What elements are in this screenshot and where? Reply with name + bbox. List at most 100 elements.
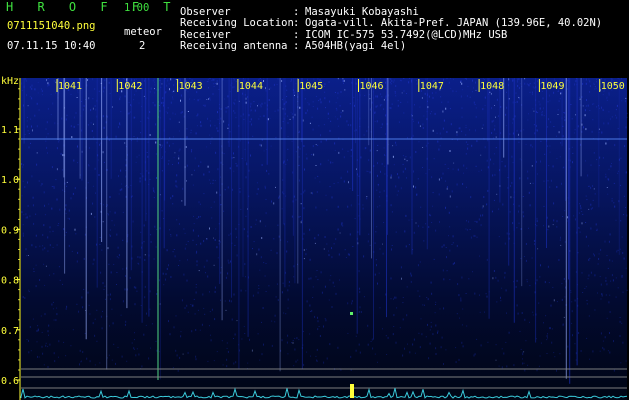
noise-dot [41, 90, 43, 93]
noise-dot [207, 117, 208, 120]
noise-dot [376, 105, 378, 107]
noise-dot [435, 301, 437, 303]
noise-dot [281, 80, 283, 82]
noise-dot [613, 340, 614, 343]
noise-dot [409, 156, 411, 159]
noise-dot [624, 145, 626, 148]
noise-dot [404, 230, 406, 233]
noise-dot [443, 307, 445, 310]
noise-dot [516, 100, 518, 103]
noise-dot [195, 329, 197, 331]
noise-dot [560, 244, 562, 246]
noise-dot [199, 329, 201, 331]
noise-dot [599, 276, 601, 277]
noise-dot [531, 257, 533, 259]
noise-dot [584, 114, 586, 117]
noise-dot [124, 323, 126, 326]
noise-dot [431, 222, 433, 223]
noise-dot [522, 362, 524, 365]
noise-dot [416, 193, 418, 196]
noise-dot [53, 185, 55, 187]
noise-dot [506, 91, 507, 93]
noise-dot [451, 244, 453, 245]
noise-dot [328, 81, 330, 83]
noise-dot [144, 296, 146, 299]
noise-dot [571, 322, 573, 324]
noise-dot [163, 284, 165, 286]
noise-dot [210, 124, 211, 127]
noise-dot [231, 318, 233, 321]
noise-dot [121, 355, 123, 358]
noise-dot [143, 79, 145, 82]
noise-dot [156, 293, 158, 295]
y-tick-label: 1.1 [1, 125, 19, 136]
noise-dot [476, 140, 478, 143]
noise-dot [196, 260, 198, 263]
noise-dot [324, 97, 326, 100]
noise-dot [553, 202, 555, 205]
noise-dot [252, 135, 254, 137]
noise-dot [312, 145, 314, 148]
noise-dot [197, 113, 199, 116]
noise-dot [533, 82, 535, 84]
noise-dot [394, 92, 396, 95]
noise-dot [50, 114, 52, 116]
noise-dot [414, 104, 415, 106]
noise-dot [571, 301, 573, 303]
noise-dot [343, 180, 345, 183]
noise-dot [532, 94, 534, 95]
noise-dot [528, 84, 530, 87]
noise-dot [334, 149, 336, 151]
noise-dot [216, 351, 218, 353]
noise-dot [43, 263, 45, 265]
noise-dot [297, 359, 299, 361]
noise-dot [47, 152, 48, 154]
noise-dot [122, 211, 124, 213]
noise-dot [55, 319, 57, 322]
noise-dot [303, 363, 305, 366]
noise-dot [305, 248, 307, 250]
noise-dot [100, 315, 102, 318]
noise-dot [203, 173, 205, 176]
noise-dot [339, 279, 340, 281]
noise-dot [595, 87, 597, 89]
noise-dot [286, 96, 288, 97]
noise-dot [122, 300, 124, 303]
noise-dot [66, 181, 68, 183]
noise-dot [461, 107, 463, 109]
noise-dot [577, 125, 579, 128]
noise-dot [445, 247, 447, 248]
noise-dot [317, 328, 319, 331]
noise-dot [424, 92, 426, 95]
antenna-value: A504HB(yagi 4el) [305, 40, 407, 52]
noise-dot [548, 225, 550, 228]
noise-dot [347, 205, 349, 208]
noise-dot [316, 359, 318, 362]
noise-dot [170, 235, 172, 237]
noise-dot [150, 240, 152, 243]
noise-dot [617, 78, 619, 80]
noise-dot [295, 360, 297, 363]
noise-dot [590, 271, 592, 274]
noise-dot [548, 118, 550, 121]
noise-dot [533, 124, 535, 126]
noise-dot [87, 291, 89, 294]
noise-dot [543, 205, 545, 207]
noise-dot [226, 347, 228, 349]
noise-dot [602, 157, 604, 159]
noise-dot [197, 309, 199, 311]
noise-dot [387, 336, 389, 339]
noise-dot [447, 168, 449, 169]
noise-dot [615, 219, 617, 221]
noise-dot [449, 78, 451, 80]
noise-dot [92, 322, 94, 325]
noise-dot [552, 286, 554, 288]
noise-dot [389, 78, 391, 80]
noise-dot [293, 265, 295, 268]
noise-dot [605, 142, 607, 145]
noise-dot [181, 200, 183, 202]
noise-dot [296, 337, 298, 340]
noise-dot [270, 145, 272, 147]
noise-dot [226, 342, 228, 344]
noise-dot [236, 320, 238, 322]
